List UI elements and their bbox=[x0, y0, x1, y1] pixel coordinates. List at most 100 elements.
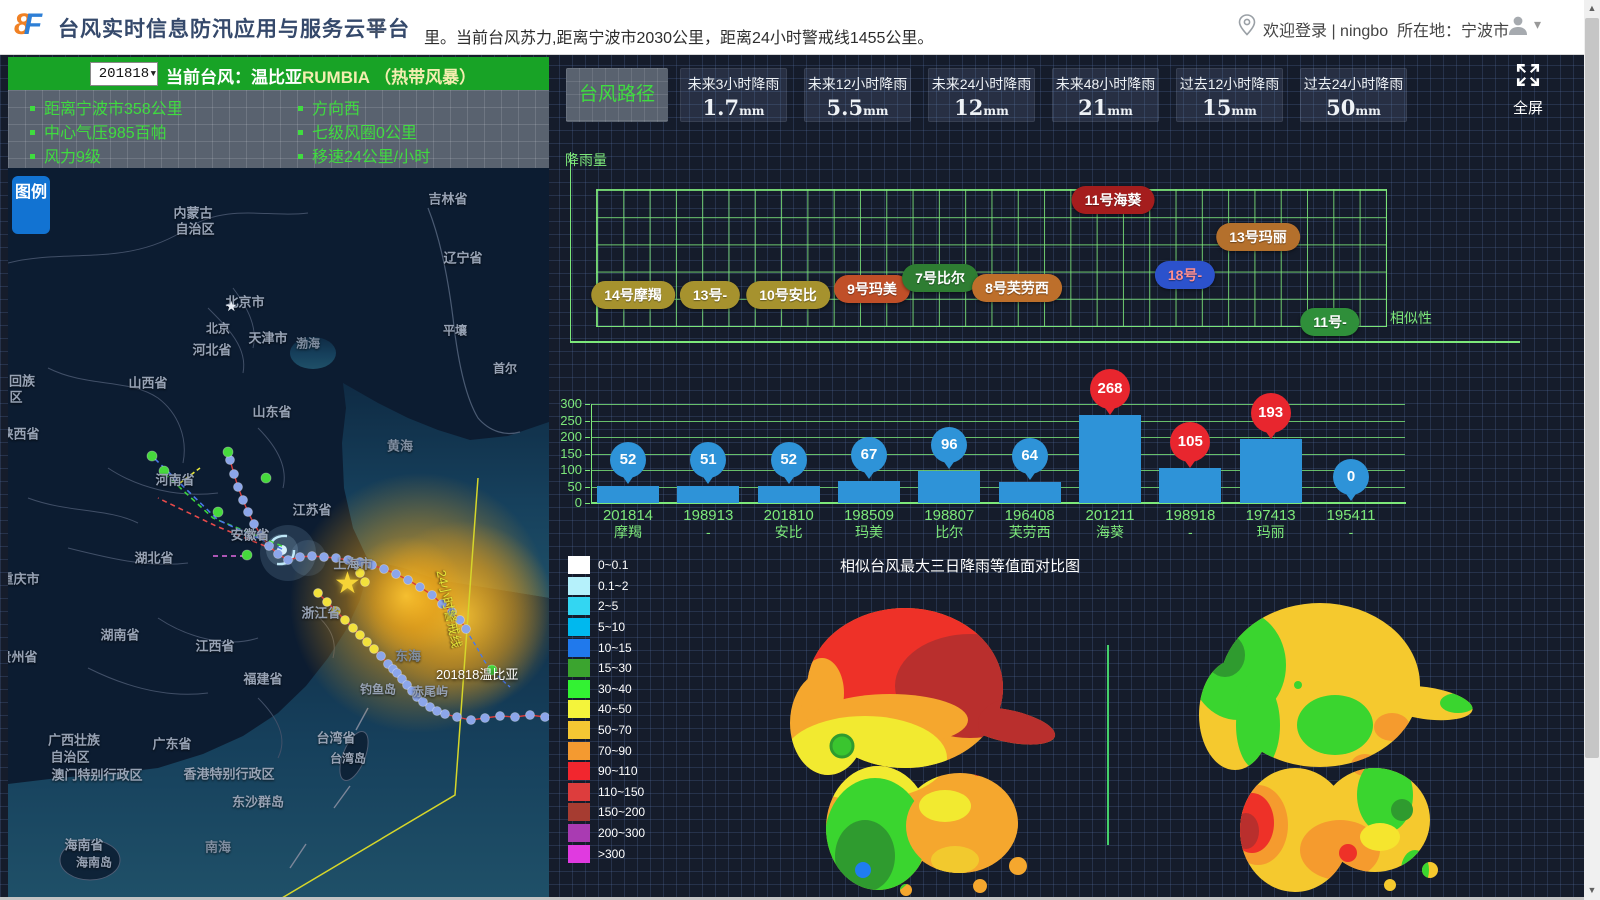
legend-range-label: 2~5 bbox=[598, 599, 618, 613]
similarity-typhoon-badge[interactable]: 13号玛丽 bbox=[1216, 223, 1300, 251]
bar-chart-ytick: 200 bbox=[538, 429, 582, 444]
legend-row: 40~50 bbox=[568, 699, 645, 720]
legend-row: 50~70 bbox=[568, 720, 645, 741]
scrollbar-up-arrow-icon[interactable]: ▲ bbox=[1584, 0, 1600, 16]
beijing-star-icon: ★ bbox=[225, 298, 238, 315]
similarity-axis-label: 相似性 bbox=[1390, 308, 1432, 328]
typhoon-stat: 七级风圈0公里 bbox=[298, 119, 417, 143]
user-menu-caret-icon[interactable]: ▾ bbox=[1534, 16, 1541, 33]
bar-xlabel: 198509玛美 bbox=[824, 507, 914, 541]
similarity-axis-horizontal bbox=[570, 341, 1520, 343]
bar-chart-ytick-dash bbox=[585, 503, 590, 504]
bar-xlabel: 197413玛丽 bbox=[1226, 507, 1316, 541]
legend-range-label: 0~0.1 bbox=[598, 558, 628, 572]
legend-row: 150~200 bbox=[568, 802, 645, 823]
legend-swatch bbox=[568, 577, 590, 595]
rain-card: 未来24小时降雨12mm bbox=[928, 68, 1035, 122]
bar-xlabel-id: 195411 bbox=[1306, 507, 1396, 524]
bar-chart-yaxis bbox=[591, 404, 592, 503]
bar-chart-ytick-dash bbox=[585, 404, 590, 405]
legend-range-label: 150~200 bbox=[598, 805, 645, 819]
current-typhoon-bar: 201818▼ 当前台风：温比亚RUMBIA （热带风暴） bbox=[8, 57, 549, 90]
bar-xlabel-id: 196408 bbox=[985, 507, 1075, 524]
comparison-divider bbox=[1107, 645, 1109, 845]
similarity-typhoon-badge[interactable]: 10号安比 bbox=[746, 281, 830, 309]
bar-value-balloon: 0 bbox=[1333, 459, 1369, 495]
comparison-title: 相似台风最大三日降雨等值面对比图 bbox=[760, 555, 1160, 576]
bar-xlabel: 201814摩羯 bbox=[583, 507, 673, 541]
bar-chart-ytick: 250 bbox=[538, 413, 582, 428]
similarity-typhoon-badge[interactable]: 9号玛美 bbox=[834, 275, 910, 303]
rainfall-color-legend: 0~0.10.1~22~55~1010~1515~3030~4040~5050~… bbox=[568, 555, 645, 864]
rain-card: 未来12小时降雨5.5mm bbox=[804, 68, 911, 122]
similarity-typhoon-badge[interactable]: 14号摩羯 bbox=[591, 281, 675, 309]
similarity-typhoon-badge[interactable]: 8号芙劳西 bbox=[972, 274, 1062, 302]
legend-range-label: 70~90 bbox=[598, 744, 632, 758]
page-scrollbar[interactable]: ▲ ▼ bbox=[1584, 0, 1600, 900]
bar-xlabel: 201211海葵 bbox=[1065, 507, 1155, 541]
bar-chart-ytick: 0 bbox=[538, 495, 582, 510]
similarity-typhoon-badge[interactable]: 13号- bbox=[680, 281, 740, 309]
legend-swatch bbox=[568, 680, 590, 698]
rain-card-unit: mm bbox=[1231, 104, 1256, 118]
scrollbar-down-arrow-icon[interactable]: ▼ bbox=[1584, 882, 1600, 898]
scrollbar-thumb[interactable] bbox=[1585, 18, 1599, 758]
rain-card-unit: mm bbox=[863, 104, 888, 118]
bar-chart-ytick-dash bbox=[585, 454, 590, 455]
map-legend-button[interactable]: 图例 bbox=[12, 176, 50, 234]
page-title: 台风实时信息防汛应用与服务云平台 bbox=[58, 13, 410, 43]
hamburger-menu-icon[interactable]: ☰ bbox=[368, 14, 386, 39]
bar-value-balloon: 96 bbox=[931, 427, 967, 463]
bar-xlabel-id: 201211 bbox=[1065, 507, 1155, 524]
bar-chart-ytick: 300 bbox=[538, 396, 582, 411]
typhoon-id-select[interactable]: 201818▼ bbox=[90, 62, 158, 86]
typhoon-stat: 移速24公里/小时 bbox=[298, 143, 430, 167]
similarity-typhoon-badge[interactable]: 7号比尔 bbox=[902, 264, 978, 292]
bar-xlabel: 198913- bbox=[663, 507, 753, 541]
bar bbox=[597, 486, 659, 503]
user-avatar-icon[interactable] bbox=[1506, 13, 1530, 42]
typhoon-stat: 距离宁波市358公里 bbox=[30, 95, 183, 119]
bar-xlabel-id: 197413 bbox=[1226, 507, 1316, 524]
stat-bullet-icon bbox=[298, 130, 303, 135]
typhoon-path-button[interactable]: 台风路径 bbox=[566, 68, 668, 122]
bar-xlabel-name: 海葵 bbox=[1065, 524, 1155, 541]
stat-text: 距离宁波市358公里 bbox=[44, 101, 183, 118]
bar bbox=[677, 486, 739, 503]
stat-text: 方向西 bbox=[312, 101, 360, 118]
rain-card-value: 50mm bbox=[1300, 95, 1407, 120]
similarity-typhoon-badge[interactable]: 11号- bbox=[1300, 308, 1359, 336]
bar-xlabel-id: 198807 bbox=[904, 507, 994, 524]
legend-swatch bbox=[568, 783, 590, 801]
rain-card-value: 21mm bbox=[1052, 95, 1159, 120]
top-header: 8F 台风实时信息防汛应用与服务云平台 ☰ 里。当前台风苏力,距离宁波市2030… bbox=[0, 0, 1600, 55]
bar-xlabel-name: 安比 bbox=[744, 524, 834, 541]
typhoon-track-map[interactable]: 内蒙古自治区吉林省辽宁省北京市北京天津市平壤河北省渤海首尔山西省回族区山东省黄海… bbox=[8, 168, 549, 897]
rain-card: 过去12小时降雨15mm bbox=[1176, 68, 1283, 122]
bar-value-balloon: 268 bbox=[1090, 369, 1130, 409]
rain-card-label: 未来12小时降雨 bbox=[804, 74, 911, 94]
legend-range-label: 50~70 bbox=[598, 723, 632, 737]
legend-row: 5~10 bbox=[568, 617, 645, 638]
fullscreen-icon bbox=[1515, 62, 1541, 88]
rain-card-unit: mm bbox=[1355, 104, 1380, 118]
rain-card-unit: mm bbox=[1107, 104, 1132, 118]
legend-row: 90~110 bbox=[568, 761, 645, 782]
bar-xlabel-id: 201810 bbox=[744, 507, 834, 524]
similarity-typhoon-badge[interactable]: 11号海葵 bbox=[1072, 186, 1155, 214]
legend-row: 2~5 bbox=[568, 596, 645, 617]
legend-range-label: 0.1~2 bbox=[598, 579, 628, 593]
legend-swatch bbox=[568, 556, 590, 574]
legend-swatch bbox=[568, 742, 590, 760]
legend-range-label: 90~110 bbox=[598, 764, 638, 778]
legend-swatch bbox=[568, 597, 590, 615]
similarity-typhoon-badge[interactable]: 18号- bbox=[1155, 261, 1215, 289]
bar-value-balloon: 51 bbox=[690, 442, 726, 478]
fullscreen-button[interactable]: 全屏 bbox=[1506, 62, 1550, 118]
bar bbox=[1159, 468, 1221, 503]
legend-row: 70~90 bbox=[568, 740, 645, 761]
legend-swatch bbox=[568, 618, 590, 636]
bar-value-balloon: 52 bbox=[610, 442, 646, 478]
map-canvas bbox=[8, 168, 549, 897]
login-status[interactable]: 欢迎登录 | ningbo 所在地：宁波市 bbox=[1263, 17, 1509, 41]
